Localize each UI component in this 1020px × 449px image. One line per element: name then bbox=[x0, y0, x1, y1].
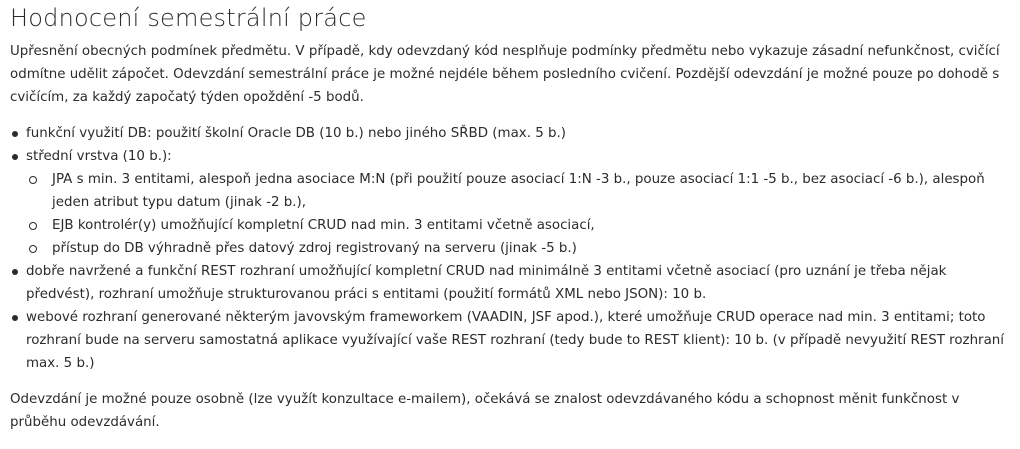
sub-item-text: přístup do DB výhradně přes datový zdroj… bbox=[52, 241, 577, 256]
intro-paragraph: Upřesnění obecných podmínek předmětu. V … bbox=[10, 44, 1000, 105]
criteria-item-rest: dobře navržené a funkční REST rozhraní u… bbox=[10, 260, 1010, 306]
outro-paragraph: Odevzdání je možné pouze osobně (lze vyu… bbox=[10, 392, 960, 430]
sub-item-ejb: EJB kontrolér(y) umožňující kompletní CR… bbox=[26, 214, 1010, 237]
sub-item-datasource: přístup do DB výhradně přes datový zdroj… bbox=[26, 237, 1010, 260]
sub-item-text: EJB kontrolér(y) umožňující kompletní CR… bbox=[52, 218, 595, 233]
page-title: Hodnocení semestrální práce bbox=[10, 4, 367, 32]
criteria-item-middle-layer: střední vrstva (10 b.): JPA s min. 3 ent… bbox=[10, 145, 1010, 260]
criteria-item-text: střední vrstva (10 b.): bbox=[26, 149, 172, 164]
criteria-item-db: funkční využití DB: použití školní Oracl… bbox=[10, 122, 1010, 145]
criteria-item-text: dobře navržené a funkční REST rozhraní u… bbox=[26, 264, 947, 302]
criteria-item-text: webové rozhraní generované některým javo… bbox=[26, 310, 1004, 371]
criteria-item-web-ui: webové rozhraní generované některým javo… bbox=[10, 306, 1010, 375]
criteria-item-text: funkční využití DB: použití školní Oracl… bbox=[26, 126, 566, 141]
document-page: Hodnocení semestrální práce Upřesnění ob… bbox=[0, 2, 1020, 434]
sub-item-text: JPA s min. 3 entitami, alespoň jedna aso… bbox=[52, 172, 985, 210]
middle-layer-sublist: JPA s min. 3 entitami, alespoň jedna aso… bbox=[26, 168, 1010, 260]
criteria-list: funkční využití DB: použití školní Oracl… bbox=[10, 122, 1010, 375]
sub-item-jpa: JPA s min. 3 entitami, alespoň jedna aso… bbox=[26, 168, 1010, 214]
